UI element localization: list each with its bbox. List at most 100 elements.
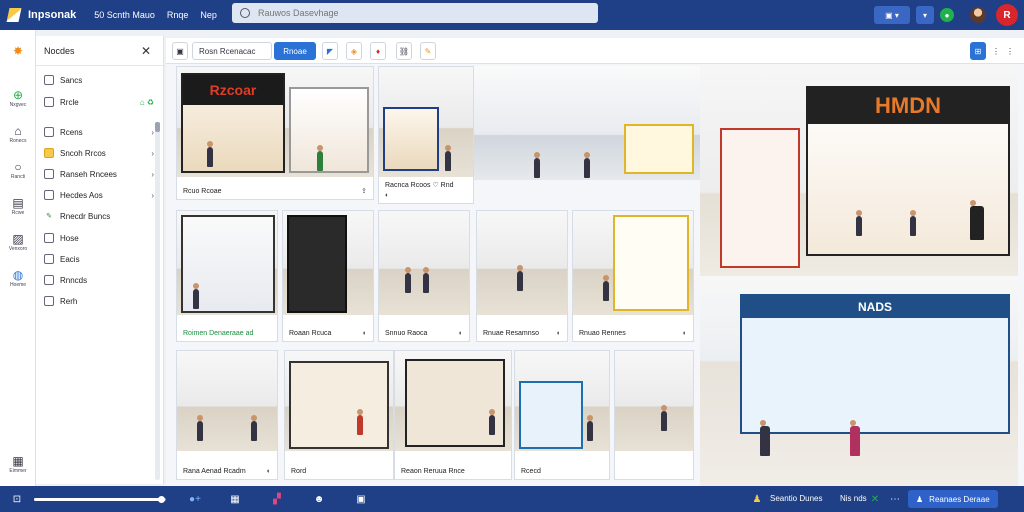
rail-item-images[interactable]: ▨ Venxoro xyxy=(0,232,36,252)
action-button[interactable]: ♟ Reanaes Deraae xyxy=(908,490,998,508)
gallery-card[interactable]: Rzcoar Rcuo Rcoae ⇪ xyxy=(176,66,374,200)
rail-item-home[interactable]: ⌂ Ronecs xyxy=(0,124,36,144)
filter-button[interactable]: ▣ xyxy=(172,42,188,60)
chevron-right-icon: › xyxy=(151,169,154,179)
gallery-card[interactable]: Reaon Reruua Rnce xyxy=(394,350,512,480)
list-icon xyxy=(44,75,54,85)
nav-link-2[interactable]: Rnqe xyxy=(167,10,189,20)
more-icon[interactable]: ⋮ xyxy=(990,42,1002,60)
count-text: Nis nds xyxy=(840,494,867,503)
sidebar-item[interactable]: Hecdes Aos › xyxy=(44,187,154,203)
discord-icon[interactable]: ☻ xyxy=(312,492,326,506)
share-icon[interactable]: ◐ xyxy=(459,330,463,337)
scroll-thumb[interactable] xyxy=(155,122,160,132)
mall-background xyxy=(477,211,567,315)
featured-card[interactable]: HMDN xyxy=(700,66,1018,276)
rail-item-logo[interactable]: ✸ xyxy=(0,44,36,58)
online-status-icon[interactable]: ● xyxy=(940,8,954,22)
camera-icon[interactable]: ⊡ xyxy=(10,492,24,506)
mall-background xyxy=(177,351,277,451)
share-icon[interactable]: ◐ xyxy=(385,192,389,199)
grid-view-button[interactable]: ⊞ xyxy=(970,42,986,60)
share-icon[interactable]: ◐ xyxy=(557,330,561,337)
add-circle-button[interactable]: ●+ xyxy=(184,492,206,506)
share-icon[interactable]: ◐ xyxy=(683,330,687,337)
search-input[interactable] xyxy=(258,8,578,18)
menu-icon[interactable]: ⋯ xyxy=(888,492,902,506)
more-icon-2[interactable]: ⋮ xyxy=(1004,42,1016,60)
view-menu-button[interactable]: ▣ ▾ xyxy=(874,6,910,24)
store-photo xyxy=(474,66,700,180)
progress-bar[interactable] xyxy=(34,496,166,503)
gallery-card[interactable]: Rana Aenad Rcadm ◐ xyxy=(176,350,278,480)
twitter-icon[interactable]: ◤ xyxy=(322,42,338,60)
gallery-card[interactable]: Rord xyxy=(284,350,394,480)
apply-button[interactable]: Rnoae xyxy=(274,42,316,60)
user-icon[interactable]: ♟ xyxy=(750,492,764,506)
sidebar-item[interactable]: Sncoh Rrcos › xyxy=(44,145,154,161)
bookmark-icon[interactable]: ♦ xyxy=(370,42,386,60)
gallery-card[interactable]: Racnca Rcoos ♡ Rnd ◐ xyxy=(378,66,474,204)
tag-icon[interactable]: ◈ xyxy=(346,42,362,60)
shopper xyxy=(357,409,363,435)
profile-badge[interactable]: R xyxy=(996,4,1018,26)
sidebar-item[interactable]: Sancs xyxy=(44,72,154,88)
sidebar-item[interactable]: Rrcle ⌂ ♻ xyxy=(44,94,154,110)
sidebar-item[interactable]: ✎ Rnecdr Buncs xyxy=(44,208,154,224)
filter-field[interactable]: Rosn Rcenacac xyxy=(192,42,272,60)
rail-item-grid[interactable]: ▦ Eimmer xyxy=(0,454,36,474)
sidebar-item-label: Rerh xyxy=(60,296,78,306)
progress-knob[interactable] xyxy=(157,496,165,503)
card-caption: Rnuao Rennes xyxy=(579,330,626,337)
layout-menu-button[interactable]: ▾ xyxy=(916,6,934,24)
sidebar-item[interactable]: Hose xyxy=(44,230,154,246)
shopper xyxy=(760,420,770,456)
card-caption: Rnuae Resamnso xyxy=(483,330,540,337)
sidebar-item[interactable]: Eacis xyxy=(44,251,154,267)
sidebar-item[interactable]: Rcens › xyxy=(44,124,154,140)
chevron-right-icon: › xyxy=(151,148,154,158)
gallery-card[interactable]: Roaan Rcuca ◐ xyxy=(282,210,374,342)
sidebar-item[interactable]: Rnncds xyxy=(44,272,154,288)
list-icon xyxy=(44,127,54,137)
featured-photo: NADS xyxy=(700,276,1018,486)
gallery-card[interactable]: Snnuo Raoca ◐ xyxy=(378,210,470,342)
app-icon[interactable]: ▣ xyxy=(354,492,368,506)
store-photo xyxy=(283,211,373,315)
excel-icon[interactable]: ✕ xyxy=(868,492,882,506)
share-icon[interactable]: ◐ xyxy=(267,468,271,475)
plus-circle-icon: ⊕ xyxy=(12,88,24,102)
gallery-card[interactable]: Roimen Denaeraae ad xyxy=(176,210,278,342)
gallery-card[interactable]: Rnuao Rennes ◐ xyxy=(572,210,694,342)
sidebar-item[interactable]: Ranseh Rncees › xyxy=(44,166,154,182)
share-icon[interactable]: ◐ xyxy=(363,330,367,337)
featured-card-2[interactable]: NADS xyxy=(700,276,1018,486)
sidebar-item[interactable]: Rerh xyxy=(44,293,154,309)
recycle-icon[interactable]: ⌂ ♻ xyxy=(140,98,154,107)
store-photo xyxy=(379,211,469,315)
sidebar-panel: Nocdes ✕ Sancs Rrcle ⌂ ♻ Rcens › Sncoh Rrc… xyxy=(36,36,164,484)
sidebar-scrollbar[interactable] xyxy=(155,122,160,480)
gallery-card[interactable]: Rnuae Resamnso ◐ xyxy=(476,210,568,342)
share-icon[interactable]: ⇪ xyxy=(361,187,367,195)
gallery-card[interactable] xyxy=(474,66,700,180)
puzzle-icon[interactable]: ▞ xyxy=(270,492,284,506)
rail-label: Eimmer xyxy=(9,468,27,474)
rail-item-globe[interactable]: ◍ Hoeme xyxy=(0,268,36,288)
link-icon[interactable]: ⛓ xyxy=(396,42,412,60)
close-icon[interactable]: ✕ xyxy=(141,44,151,58)
shopper xyxy=(517,265,523,291)
rail-item-docs[interactable]: ▤ Rcwe xyxy=(0,196,36,216)
nav-link-3[interactable]: Nep xyxy=(200,10,217,20)
grid-icon[interactable]: ▦ xyxy=(228,492,242,506)
rail-item-circle[interactable]: ○ Rancti xyxy=(0,160,36,180)
rail-item-new[interactable]: ⊕ Nxgvec xyxy=(0,88,36,108)
store-photo xyxy=(177,211,277,315)
brush-icon[interactable]: ✎ xyxy=(420,42,436,60)
avatar[interactable] xyxy=(970,7,986,23)
gallery-card[interactable] xyxy=(614,350,694,480)
nav-link-1[interactable]: 50 Scnth Mauo xyxy=(94,10,155,20)
gallery-card[interactable]: Rcecd xyxy=(514,350,610,480)
shopper xyxy=(405,267,411,293)
search-bar[interactable] xyxy=(232,3,598,23)
